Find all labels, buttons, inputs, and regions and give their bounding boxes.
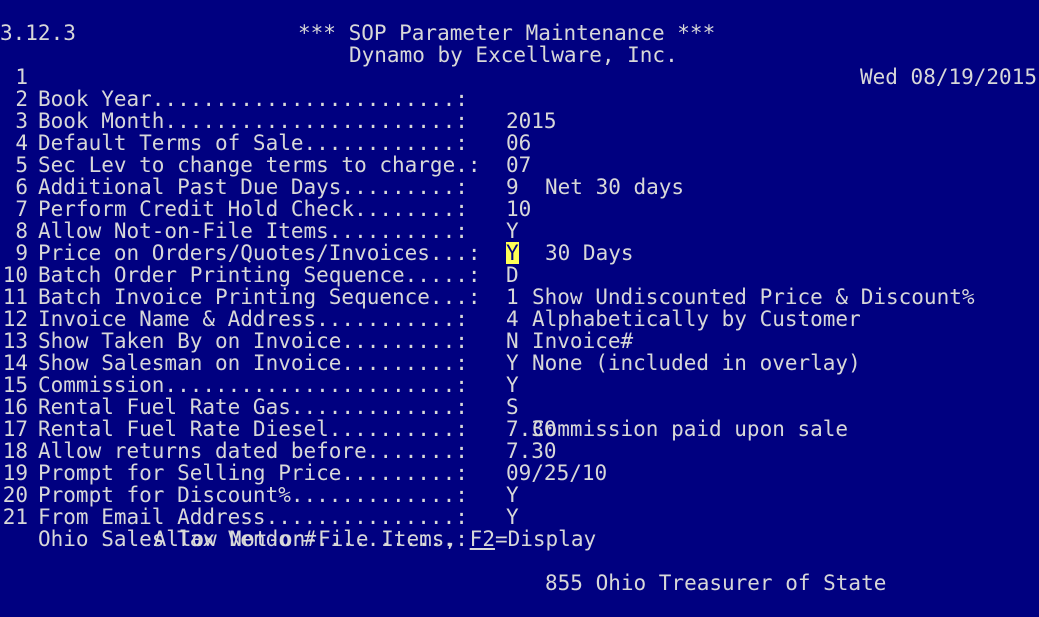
field-row-2[interactable]: 2 Book Month.......................: 06 [0,66,1039,154]
field-row-9[interactable]: 9 Batch Order Printing Sequence.....: 1 … [0,220,1039,330]
field-row-16[interactable]: 16 Rental Fuel Rate Diesel..........: 7.… [0,374,1039,462]
f2-action: =Display [494,527,597,551]
version-label: 3.12.3 [0,21,76,45]
field-row-8[interactable]: 8 Price on Orders/Quotes/Invoices...: D … [0,198,1039,308]
status-line: Allow Not-on-File Items, F2=Display [103,506,597,550]
field-row-21[interactable]: 21 Ohio Sales Tax Vendor#...........: 85… [0,484,1039,594]
field-row-7[interactable]: 7 Allow Not-on-File Items..........: Y [0,176,1039,264]
field-row-10[interactable]: 10 Batch Invoice Printing Sequence...: 4… [0,242,1039,352]
field-row-5[interactable]: 5 Additional Past Due Days.........: 10 [0,132,1039,220]
field-row-6[interactable]: 6 Perform Credit Hold Check........: Y 3… [0,154,1039,264]
field-row-1[interactable]: 1 Book Year........................: 201… [0,44,1039,132]
field-row-20[interactable]: 20 From Email Address...............: [0,462,1039,528]
status-prompt: Allow Not-on-File Items, [153,527,458,551]
field-row-11[interactable]: 11 Invoice Name & Address...........: N … [0,264,1039,374]
field-row-17[interactable]: 17 Allow returns dated before.......: 09… [0,396,1039,484]
field-row-4[interactable]: 4 Sec Lev to change terms to charge.: 9 [0,110,1039,198]
field-row-15[interactable]: 15 Rental Fuel Rate Gas.............: 7.… [0,352,1039,440]
field-number: 21 [2,505,28,529]
f2-key[interactable]: F2 [470,527,495,551]
header-bar: 3.12.3 Dynamo by Excellware, Inc. Wed 08… [0,0,1039,88]
field-row-12[interactable]: 12 Show Taken By on Invoice.........: Y [0,286,1039,374]
field-row-13[interactable]: 13 Show Salesman on Invoice.........: Y [0,308,1039,396]
field-description: 855 Ohio Treasurer of State [545,571,887,595]
field-row-19[interactable]: 19 Prompt for Discount%.............: Y [0,440,1039,528]
page-title: *** SOP Parameter Maintenance *** [298,21,716,45]
field-row-3[interactable]: 3 Default Terms of Sale............: 07 … [0,88,1039,198]
field-row-18[interactable]: 18 Prompt for Selling Price.........: Y [0,418,1039,506]
field-row-14[interactable]: 14 Commission.......................: S … [0,330,1039,440]
